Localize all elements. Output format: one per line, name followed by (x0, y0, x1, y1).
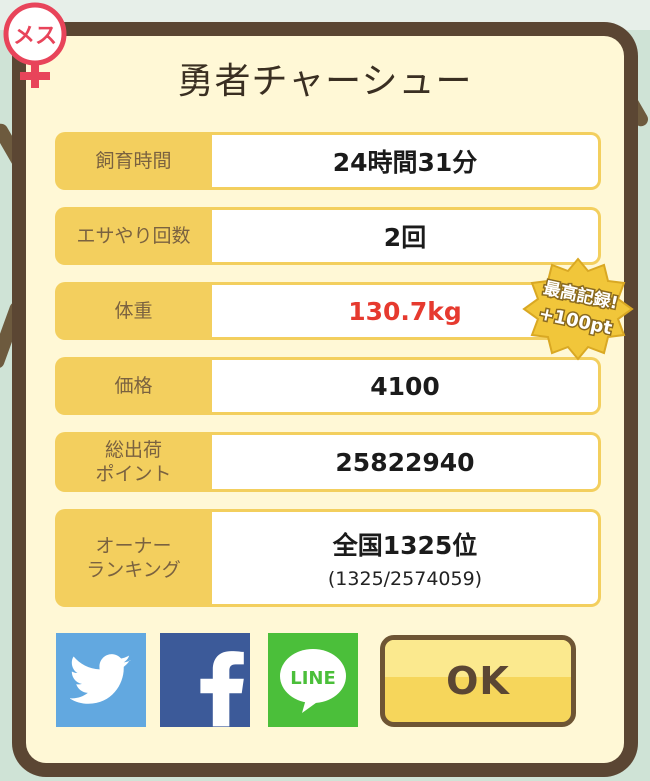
line-share-button[interactable]: LINE (268, 633, 358, 727)
ok-button-label: OK (446, 659, 510, 703)
pig-name: 勇者チャーシュー (177, 61, 473, 102)
stat-value: 25822940 (212, 432, 601, 492)
facebook-share-button[interactable] (160, 633, 250, 727)
stat-label: 体重 (55, 282, 212, 340)
stat-row-feed-count: エサやり回数 2回 (55, 207, 601, 265)
stat-value: 24時間31分 (212, 132, 601, 190)
stat-label-line: オーナー (95, 535, 172, 557)
ok-button[interactable]: OK (380, 635, 576, 727)
sex-label: メス (13, 24, 57, 49)
stat-label: オーナー ランキング (55, 509, 212, 607)
stat-row-weight: 体重 130.7kg (55, 282, 601, 340)
line-icon: LINE (280, 649, 346, 713)
stat-row-breeding-time: 飼育時間 24時間31分 (55, 132, 601, 190)
ranking-value: 全国1325位 (332, 531, 478, 560)
stat-label-line: ポイント (95, 463, 172, 485)
stat-row-total-shipment-points: 総出荷 ポイント 25822940 (55, 432, 601, 492)
twitter-icon (70, 654, 131, 704)
stat-label: 総出荷 ポイント (55, 432, 212, 492)
stat-row-price: 価格 4100 (55, 357, 601, 415)
stat-label: 価格 (55, 357, 212, 415)
stat-label-line: ランキング (86, 559, 181, 581)
stat-label: 飼育時間 (55, 132, 212, 190)
stat-value: 全国1325位 (1325/2574059) (212, 509, 601, 607)
stat-label-line: 総出荷 (104, 439, 162, 461)
stat-label: エサやり回数 (55, 207, 212, 265)
line-label: LINE (290, 668, 336, 689)
stat-value: 4100 (212, 357, 601, 415)
record-badge: 最高記録! +100pt (522, 257, 634, 361)
ranking-detail: (1325/2574059) (327, 568, 483, 590)
facebook-icon (200, 651, 244, 727)
twitter-share-button[interactable] (56, 633, 146, 727)
stat-row-owner-ranking: オーナー ランキング 全国1325位 (1325/2574059) (55, 509, 601, 607)
